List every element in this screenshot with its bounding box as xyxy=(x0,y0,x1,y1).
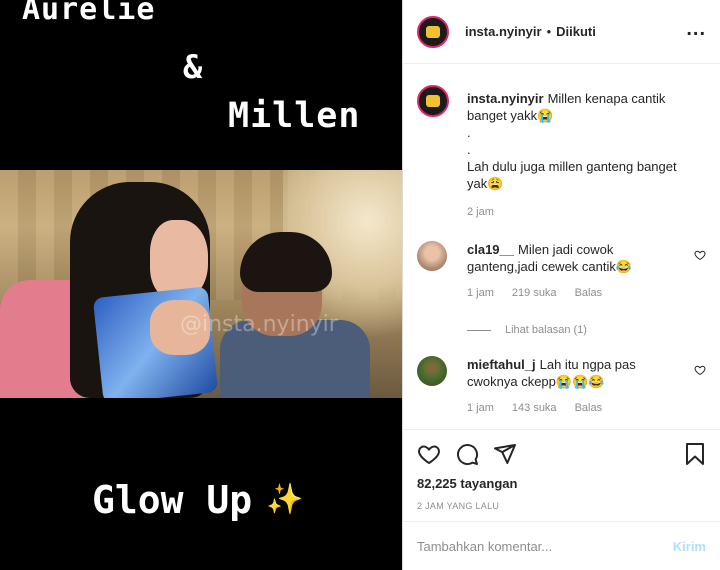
separator-dot: • xyxy=(546,24,552,39)
post-video[interactable]: Aurelie & Millen @insta.nyinyir Glow Up ✨ xyxy=(0,0,403,570)
comment-input[interactable] xyxy=(417,538,673,554)
comment-bubble-icon[interactable] xyxy=(455,442,479,466)
comment: cla19__ Milen jadi cowok ganteng,jadi cew… xyxy=(417,241,706,302)
caption: insta.nyinyir Millen kenapa cantik banget… xyxy=(417,85,706,221)
caption-text-line2: . xyxy=(467,125,471,140)
overlay-text-ampersand: & xyxy=(183,48,203,86)
commenter-avatar[interactable] xyxy=(417,241,447,271)
post-header: insta.nyinyir • Diikuti ... xyxy=(403,0,720,64)
action-icons xyxy=(417,440,706,468)
caption-avatar[interactable] xyxy=(417,85,449,117)
caption-text-line3: . xyxy=(467,142,471,157)
replies-divider xyxy=(467,329,491,331)
post-info-panel: insta.nyinyir • Diikuti ... insta.nyinyi… xyxy=(403,0,720,570)
post-timestamp[interactable]: 2 JAM YANG LALU xyxy=(417,501,706,511)
view-replies-button[interactable]: Lihat balasan (1) xyxy=(467,324,706,336)
caption-username[interactable]: insta.nyinyir xyxy=(467,91,544,106)
overlay-text-millen: Millen xyxy=(228,96,361,136)
like-heart-icon[interactable] xyxy=(417,442,441,466)
view-count[interactable]: 82,225 tayangan xyxy=(417,476,706,491)
post-actions: 82,225 tayangan 2 JAM YANG LALU xyxy=(403,429,720,511)
comment-time: 1 jam xyxy=(467,287,494,299)
like-comment-heart-icon[interactable] xyxy=(694,249,706,264)
sparkles-icon: ✨ xyxy=(266,482,304,517)
comment-username[interactable]: mieftahul_j xyxy=(467,357,536,372)
post-comment-button[interactable]: Kirim xyxy=(673,539,706,554)
like-comment-heart-icon[interactable] xyxy=(694,364,706,379)
save-bookmark-icon[interactable] xyxy=(684,442,706,466)
comment-likes[interactable]: 143 suka xyxy=(512,400,557,417)
caption-time: 2 jam xyxy=(467,206,494,218)
view-replies-label: Lihat balasan (1) xyxy=(505,324,587,336)
add-comment-bar: Kirim xyxy=(403,521,720,570)
header-username[interactable]: insta.nyinyir xyxy=(465,24,542,39)
comment-time: 1 jam xyxy=(467,402,494,414)
comment: mieftahul_j Lah itu ngpa pas cwoknya ckep… xyxy=(417,356,706,417)
comment-username[interactable]: cla19__ xyxy=(467,242,514,257)
comments-list[interactable]: insta.nyinyir Millen kenapa cantik banget… xyxy=(403,65,720,429)
overlay-text-glow-up: Glow Up ✨ xyxy=(92,478,304,522)
share-paper-plane-icon[interactable] xyxy=(493,442,517,466)
caption-text-line4: Lah dulu juga millen ganteng banget yak😩 xyxy=(467,159,677,191)
more-options-icon[interactable]: ... xyxy=(686,19,706,40)
following-button[interactable]: Diikuti xyxy=(556,24,596,39)
reply-button[interactable]: Balas xyxy=(575,400,603,417)
commenter-avatar[interactable] xyxy=(417,356,447,386)
video-frame: @insta.nyinyir xyxy=(0,170,402,398)
comment-likes[interactable]: 219 suka xyxy=(512,285,557,302)
overlay-text-aurelie: Aurelie xyxy=(22,0,156,27)
watermark: @insta.nyinyir xyxy=(180,312,338,337)
glow-up-label: Glow Up xyxy=(92,478,253,522)
avatar[interactable] xyxy=(417,15,449,48)
reply-button[interactable]: Balas xyxy=(575,285,603,302)
